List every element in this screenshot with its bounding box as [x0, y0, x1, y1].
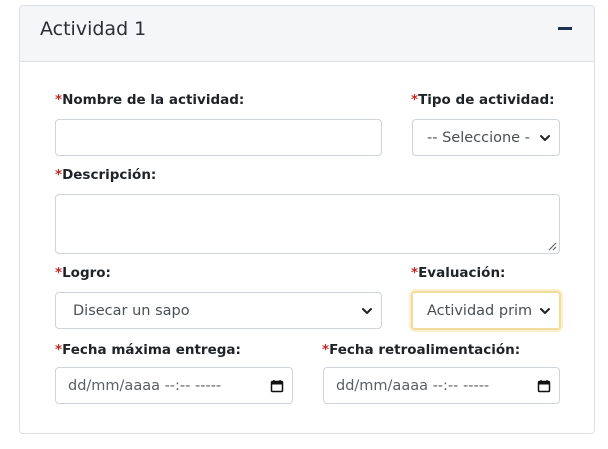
- collapse-button[interactable]: [554, 15, 576, 41]
- descripcion-textarea[interactable]: [55, 194, 560, 254]
- required-mark: *: [322, 342, 330, 358]
- resize-grip-icon[interactable]: [548, 242, 557, 251]
- nombre-label-text: Nombre de la actividad:: [62, 92, 245, 108]
- evaluacion-label-text: Evaluación:: [418, 265, 506, 281]
- fecha-entrega-input[interactable]: dd/mm/aaaa --:-- -----: [55, 367, 293, 404]
- required-mark: *: [411, 265, 419, 281]
- descripcion-label-text: Descripción:: [62, 167, 157, 183]
- evaluacion-select-value: Actividad prim: [427, 302, 533, 319]
- calendar-icon[interactable]: [537, 379, 551, 393]
- fecha-entrega-placeholder: dd/mm/aaaa --:-- -----: [68, 377, 222, 394]
- chevron-down-icon: [540, 134, 550, 141]
- card-header[interactable]: Actividad 1: [20, 6, 594, 62]
- chevron-down-icon: [540, 307, 550, 314]
- required-mark: *: [55, 92, 63, 108]
- fecha-entrega-label-text: Fecha máxima entrega:: [62, 342, 241, 358]
- logro-select[interactable]: Disecar un sapo: [55, 292, 382, 329]
- fecha-entrega-label: *Fecha máxima entrega:: [55, 342, 241, 358]
- calendar-icon[interactable]: [270, 379, 284, 393]
- required-mark: *: [55, 167, 63, 183]
- card-title: Actividad 1: [40, 18, 147, 40]
- fecha-retro-label: *Fecha retroalimentación:: [322, 342, 520, 358]
- fecha-retro-input[interactable]: dd/mm/aaaa --:-- -----: [323, 367, 560, 404]
- nombre-label: *Nombre de la actividad:: [55, 92, 244, 108]
- tipo-label-text: Tipo de actividad:: [418, 92, 555, 108]
- logro-label: *Logro:: [55, 265, 111, 281]
- required-mark: *: [55, 265, 63, 281]
- tipo-label: *Tipo de actividad:: [411, 92, 555, 108]
- logro-label-text: Logro:: [62, 265, 111, 281]
- logro-select-value: Disecar un sapo: [73, 302, 190, 319]
- required-mark: *: [55, 342, 63, 358]
- descripcion-label: *Descripción:: [55, 167, 156, 183]
- tipo-select[interactable]: -- Seleccione -: [412, 119, 560, 156]
- nombre-input[interactable]: [55, 119, 382, 156]
- evaluacion-select[interactable]: Actividad prim: [411, 291, 561, 330]
- tipo-select-value: -- Seleccione -: [427, 129, 530, 146]
- evaluacion-label: *Evaluación:: [411, 265, 505, 281]
- required-mark: *: [411, 92, 419, 108]
- fecha-retro-placeholder: dd/mm/aaaa --:-- -----: [336, 377, 490, 394]
- minus-icon: [558, 26, 572, 30]
- chevron-down-icon: [362, 307, 372, 314]
- fecha-retro-label-text: Fecha retroalimentación:: [329, 342, 521, 358]
